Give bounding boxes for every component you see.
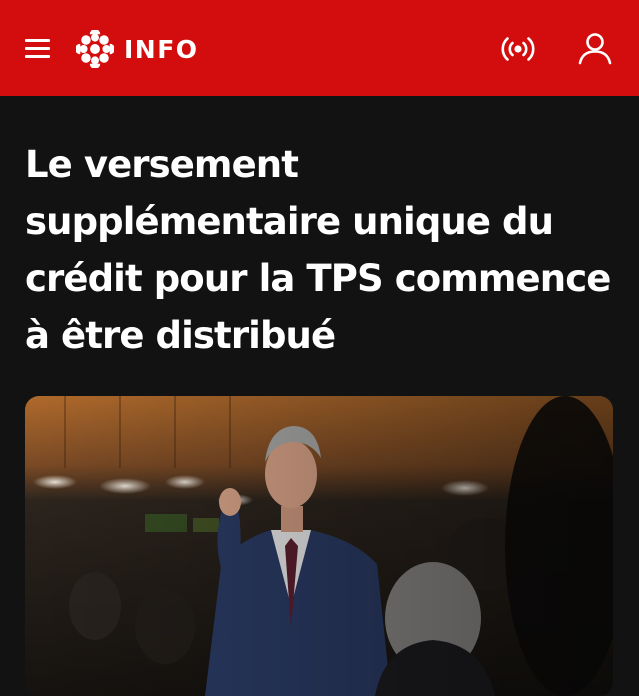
cbc-gem-icon (76, 30, 114, 68)
article-hero-image[interactable] (25, 396, 613, 696)
hamburger-menu-icon (25, 39, 50, 58)
live-broadcast-icon (501, 37, 535, 61)
article-headline[interactable]: Le versement supplémentaire unique du cr… (25, 136, 625, 364)
top-navigation-bar: INFO (0, 0, 639, 96)
user-icon (578, 33, 612, 65)
hero-photo (25, 396, 613, 696)
menu-button[interactable] (22, 33, 54, 63)
live-button[interactable] (498, 32, 538, 66)
account-button[interactable] (576, 30, 614, 68)
cbc-info-logo[interactable]: INFO (76, 29, 199, 69)
brand-label: INFO (124, 34, 199, 64)
